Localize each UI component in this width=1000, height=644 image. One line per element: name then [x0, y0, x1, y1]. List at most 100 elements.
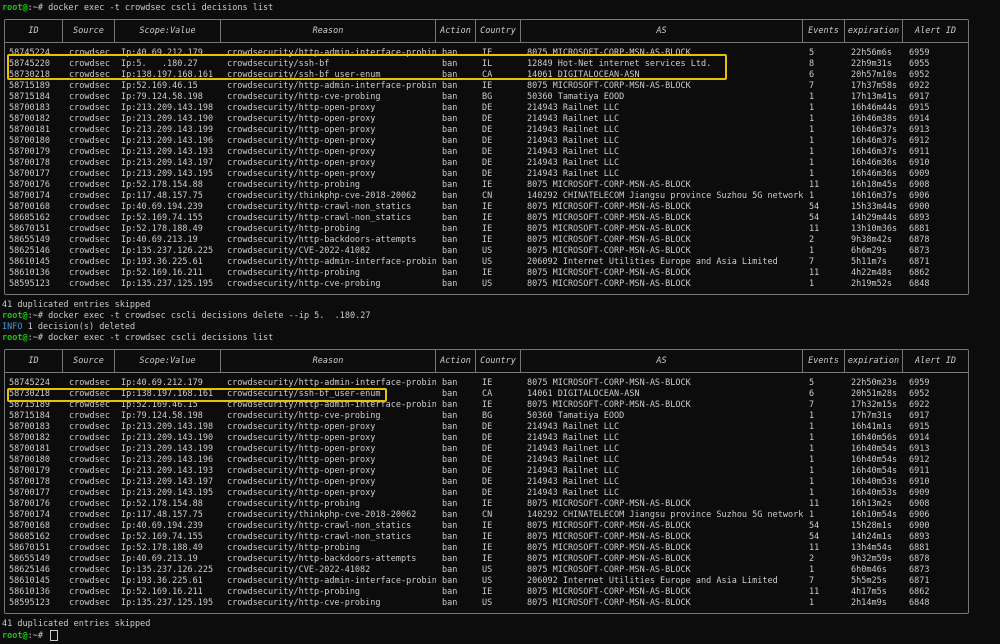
table-row: 58745220 crowdsec Ip:5. .180.27 crowdsecuri…	[5, 59, 968, 70]
cell-events: 1	[809, 488, 815, 498]
cell-country: IE	[482, 532, 493, 542]
prompt-line[interactable]: root@:~#	[2, 630, 998, 641]
cell-source: crowdsec	[69, 59, 110, 69]
cell-country: IE	[482, 587, 493, 597]
table-row: 58625146 crowdsec Ip:135.237.126.225 crowds…	[5, 565, 968, 576]
cell-action: ban	[442, 554, 458, 564]
cell-source: crowdsec	[69, 499, 110, 509]
cell-reason: crowdsecurity/http-probing	[227, 587, 361, 597]
cell-as: 8075 MICROSOFT-CORP-MSN-AS-BLOCK	[527, 246, 691, 256]
cell-expiration: 22h9m31s	[851, 59, 892, 69]
cell-country: DE	[482, 455, 493, 465]
cell-country: DE	[482, 125, 493, 135]
cell-scope-value: Ip:52.178.188.49	[121, 224, 203, 234]
cell-source: crowdsec	[69, 400, 110, 410]
cell-country: DE	[482, 158, 493, 168]
cell-action: ban	[442, 532, 458, 542]
cell-scope-value: Ip:213.209.143.199	[121, 125, 214, 135]
cell-action: ban	[442, 411, 458, 421]
cell-action: ban	[442, 598, 458, 608]
cell-scope-value: Ip:52.169.46.15	[121, 400, 198, 410]
cell-reason: crowdsecurity/http-probing	[227, 499, 361, 509]
cell-reason: crowdsecurity/http-open-proxy	[227, 103, 376, 113]
cell-scope-value: Ip:135.237.125.195	[121, 279, 214, 289]
cell-id: 58700183	[9, 103, 50, 113]
cell-as: 214943 Railnet LLC	[527, 147, 620, 157]
cell-events: 11	[809, 180, 820, 190]
cell-source: crowdsec	[69, 488, 110, 498]
cell-action: ban	[442, 268, 458, 278]
cell-reason: crowdsecurity/http-open-proxy	[227, 114, 376, 124]
cell-as: 140292 CHINATELECOM Jiangsu province Suz…	[527, 191, 803, 201]
cell-as: 8075 MICROSOFT-CORP-MSN-AS-BLOCK	[527, 268, 691, 278]
cell-as: 8075 MICROSOFT-CORP-MSN-AS-BLOCK	[527, 224, 691, 234]
cell-alert-id: 6952	[909, 389, 930, 399]
cell-action: ban	[442, 587, 458, 597]
cell-alert-id: 6881	[909, 543, 930, 553]
cell-action: ban	[442, 565, 458, 575]
header-alert-id: Alert ID	[915, 356, 956, 366]
cell-events: 1	[809, 158, 815, 168]
cell-alert-id: 6909	[909, 169, 930, 179]
table-row: 58595123 crowdsec Ip:135.237.125.195 crowds…	[5, 598, 968, 609]
cell-expiration: 15h33m44s	[851, 202, 898, 212]
cell-scope-value: Ip:138.197.168.161	[121, 70, 214, 80]
cell-alert-id: 6871	[909, 257, 930, 267]
cell-alert-id: 6893	[909, 213, 930, 223]
cell-reason: crowdsecurity/http-admin-interface-probi…	[227, 48, 436, 58]
table-row: 58745224 crowdsec Ip:40.69.212.179 crowdsec…	[5, 378, 968, 389]
cell-source: crowdsec	[69, 213, 110, 223]
cell-reason: crowdsecurity/http-open-proxy	[227, 455, 376, 465]
cell-scope-value: Ip:5. .180.27	[121, 59, 198, 69]
cell-events: 11	[809, 268, 820, 278]
cell-expiration: 5h11m7s	[851, 257, 887, 267]
cell-action: ban	[442, 246, 458, 256]
table-row: 58595123 crowdsec Ip:135.237.125.195 crowds…	[5, 279, 968, 290]
cell-source: crowdsec	[69, 257, 110, 267]
cell-country: IE	[482, 81, 493, 91]
cell-source: crowdsec	[69, 378, 110, 388]
cell-expiration: 16h46m37s	[851, 125, 898, 135]
table-row: 58700183 crowdsec Ip:213.209.143.198 crowds…	[5, 422, 968, 433]
cell-action: ban	[442, 158, 458, 168]
cell-source: crowdsec	[69, 422, 110, 432]
info-text: 1 decision(s) deleted	[22, 322, 136, 332]
cell-action: ban	[442, 499, 458, 509]
table-row: 58670151 crowdsec Ip:52.178.188.49 crowdsec…	[5, 224, 968, 235]
cell-id: 58745224	[9, 48, 50, 58]
cell-scope-value: Ip:52.178.188.49	[121, 543, 203, 553]
cell-alert-id: 6873	[909, 246, 930, 256]
cell-id: 58745224	[9, 378, 50, 388]
cell-expiration: 4h22m48s	[851, 268, 892, 278]
cell-as: 14061 DIGITALOCEAN-ASN	[527, 389, 640, 399]
table-row: 58700168 crowdsec Ip:40.69.194.239 crowdsec…	[5, 202, 968, 213]
cell-events: 1	[809, 191, 815, 201]
cell-expiration: 6h6m29s	[851, 246, 887, 256]
table-row: 58715184 crowdsec Ip:79.124.58.198 crowdsec…	[5, 92, 968, 103]
cell-country: BG	[482, 92, 493, 102]
cell-scope-value: Ip:117.48.157.75	[121, 191, 203, 201]
cell-reason: crowdsecurity/http-cve-probing	[227, 92, 381, 102]
cell-expiration: 16h40m54s	[851, 455, 898, 465]
cell-scope-value: Ip:213.209.143.198	[121, 422, 214, 432]
cell-alert-id: 6917	[909, 411, 930, 421]
cell-events: 1	[809, 279, 815, 289]
cell-action: ban	[442, 455, 458, 465]
cell-scope-value: Ip:52.169.46.15	[121, 81, 198, 91]
cell-events: 8	[809, 59, 815, 69]
cell-scope-value: Ip:52.169.16.211	[121, 587, 203, 597]
cell-action: ban	[442, 422, 458, 432]
cell-country: DE	[482, 136, 493, 146]
cell-alert-id: 6911	[909, 147, 930, 157]
cell-country: IE	[482, 48, 493, 58]
cell-id: 58715184	[9, 411, 50, 421]
table-row: 58700177 crowdsec Ip:213.209.143.195 crowds…	[5, 169, 968, 180]
cell-scope-value: Ip:213.209.143.190	[121, 433, 214, 443]
table-row: 58700183 crowdsec Ip:213.209.143.198 crowds…	[5, 103, 968, 114]
terminal[interactable]: root@:~# docker exec -t crowdsec cscli d…	[2, 0, 998, 641]
cell-as: 214943 Railnet LLC	[527, 125, 620, 135]
cell-source: crowdsec	[69, 147, 110, 157]
cell-country: IE	[482, 224, 493, 234]
header-country: Country	[476, 20, 521, 42]
cell-as: 214943 Railnet LLC	[527, 444, 620, 454]
